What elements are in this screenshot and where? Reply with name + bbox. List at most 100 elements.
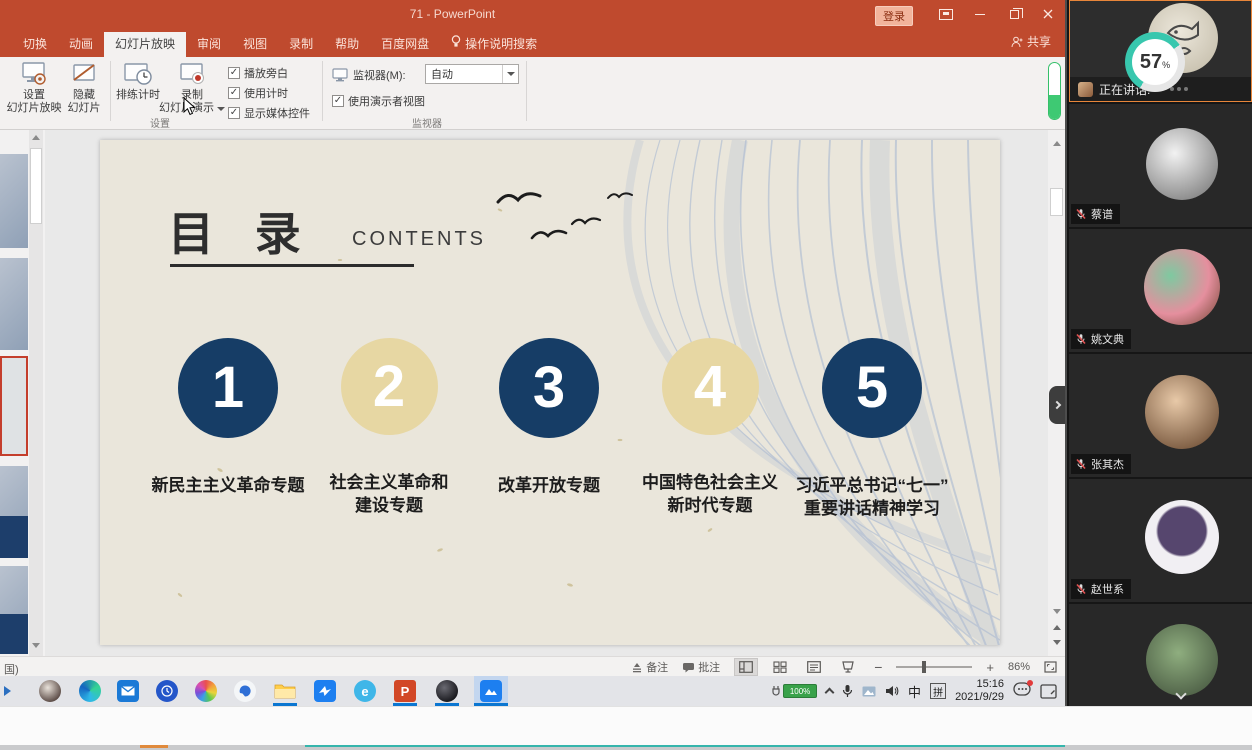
restore-button[interactable] xyxy=(997,0,1031,28)
browser-swoosh-icon[interactable] xyxy=(233,679,257,703)
reading-view-button[interactable] xyxy=(802,658,826,676)
slideshow-view-button[interactable] xyxy=(836,658,860,676)
video-tile[interactable]: 赵世系 xyxy=(1069,479,1252,602)
edge-browser-icon[interactable] xyxy=(78,679,102,703)
notes-button[interactable]: 备注 xyxy=(631,659,668,675)
photos-app-icon[interactable] xyxy=(194,679,218,703)
ribbon-tabs: 切换 动画 幻灯片放映 审阅 视图 录制 帮助 百度网盘 操作说明搜索 xyxy=(0,28,1065,57)
tab-baidu-netdisk[interactable]: 百度网盘 xyxy=(370,32,440,57)
lightbulb-icon xyxy=(451,32,461,57)
slide-thumbnail[interactable] xyxy=(0,154,28,248)
titlebar[interactable]: 71 - PowerPoint 登录 xyxy=(0,0,1065,28)
presenter-view-checkbox[interactable]: ✓使用演示者视图 xyxy=(332,93,425,109)
ime-mode-indicator[interactable]: 中 xyxy=(908,682,921,701)
zoom-out-button[interactable]: − xyxy=(874,659,882,675)
normal-view-button[interactable] xyxy=(734,658,758,676)
picture-tray-icon[interactable] xyxy=(862,686,876,697)
slide-thumbnail[interactable] xyxy=(0,566,28,654)
minimize-button[interactable] xyxy=(963,0,997,28)
rehearse-timings-button[interactable]: 排练计时 xyxy=(114,61,162,117)
ribbon-display-options-button[interactable] xyxy=(929,0,963,28)
close-button[interactable] xyxy=(1031,0,1065,28)
restore-icon xyxy=(1010,10,1019,19)
mic-volume-indicator xyxy=(1048,62,1061,120)
tray-expand-chevron[interactable] xyxy=(826,686,833,696)
taskbar-user-avatar[interactable] xyxy=(38,679,62,703)
tab-review[interactable]: 审阅 xyxy=(186,32,232,57)
monitor-label: 监视器(M): xyxy=(353,67,406,83)
speaker-icon[interactable] xyxy=(885,685,899,697)
clock-app-icon[interactable] xyxy=(155,679,179,703)
share-button[interactable]: 共享 xyxy=(1011,33,1051,50)
action-center-icon[interactable] xyxy=(1040,684,1057,699)
microphone-icon[interactable] xyxy=(842,684,853,698)
thumbnail-scrollbar[interactable] xyxy=(29,130,43,656)
slide-thumbnail[interactable] xyxy=(0,258,28,350)
toc-item-2: 2 社会主义革命和建设专题 xyxy=(303,338,475,517)
slide-thumbnail-selected[interactable] xyxy=(0,356,28,456)
previous-slide-icon xyxy=(1053,625,1061,630)
avatar xyxy=(1146,128,1218,200)
bird-app-icon[interactable] xyxy=(313,679,337,703)
window-title: 71 - PowerPoint xyxy=(0,0,905,28)
ime-pinyin-indicator[interactable]: 拼 xyxy=(930,683,946,699)
monitor-dropdown-button[interactable] xyxy=(502,65,518,83)
meeting-app-icon[interactable] xyxy=(479,679,503,703)
slide-sorter-view-button[interactable] xyxy=(768,658,792,676)
messenger-tray-icon[interactable] xyxy=(1013,682,1031,701)
e-app-icon[interactable]: e xyxy=(353,679,377,703)
scroll-up-button[interactable] xyxy=(1049,136,1064,151)
scroll-down-button[interactable] xyxy=(1049,604,1064,619)
login-button[interactable]: 登录 xyxy=(875,6,913,26)
power-plug-icon xyxy=(771,685,781,697)
slideshow-icon xyxy=(841,661,855,673)
use-timings-checkbox[interactable]: ✓使用计时 xyxy=(228,85,288,101)
zoom-slider[interactable] xyxy=(896,666,972,668)
music-app-avatar-icon[interactable] xyxy=(435,679,459,703)
ribbon-separator xyxy=(526,61,527,121)
ribbon: 设置幻灯片放映 隐藏幻灯片 排练计时 xyxy=(0,57,1065,130)
toc-item-4: 4 中国特色社会主义新时代专题 xyxy=(624,338,796,517)
zoom-percent[interactable]: 86% xyxy=(1008,661,1030,673)
sidebar-expander-tab[interactable] xyxy=(1049,386,1065,424)
scroll-up-icon[interactable] xyxy=(32,135,40,140)
collapse-chevron-down[interactable] xyxy=(1177,690,1185,698)
video-tile[interactable]: 蔡谱 xyxy=(1069,104,1252,227)
powerpoint-icon[interactable]: P xyxy=(393,679,417,703)
tab-transitions[interactable]: 切换 xyxy=(12,32,58,57)
tab-record[interactable]: 录制 xyxy=(278,32,324,57)
comments-button[interactable]: 批注 xyxy=(682,659,720,675)
thumbnail-scrollbar-thumb[interactable] xyxy=(30,148,42,224)
zoom-slider-knob[interactable] xyxy=(922,661,926,673)
slide-thumbnail[interactable] xyxy=(0,466,28,558)
toc-item-5: 5 习近平总书记“七一”重要讲话精神学习 xyxy=(786,338,958,520)
setup-slideshow-button[interactable]: 设置幻灯片放映 xyxy=(8,61,60,117)
video-tile[interactable] xyxy=(1069,604,1252,706)
next-slide-button[interactable] xyxy=(1049,635,1064,650)
group-label-setup: 设置 xyxy=(0,115,320,130)
taskbar-overflow-arrow-icon[interactable] xyxy=(0,679,14,703)
record-slideshow-icon xyxy=(178,61,206,87)
battery-indicator[interactable]: 100% xyxy=(771,684,817,698)
play-narrations-checkbox[interactable]: ✓播放旁白 xyxy=(228,65,288,81)
scrollbar-thumb[interactable] xyxy=(1050,188,1063,216)
tab-tell-me[interactable]: 操作说明搜索 xyxy=(440,32,548,57)
mic-muted-icon xyxy=(1075,458,1087,470)
tab-slideshow[interactable]: 幻灯片放映 xyxy=(104,32,186,57)
gauge-percent-value: 57 xyxy=(1140,52,1162,72)
video-tile[interactable]: 张其杰 xyxy=(1069,354,1252,477)
fit-to-window-icon[interactable] xyxy=(1044,661,1057,673)
hide-slide-button[interactable]: 隐藏幻灯片 xyxy=(62,61,106,117)
clock-datetime[interactable]: 15:16 2021/9/29 xyxy=(955,678,1004,704)
zoom-in-button[interactable]: + xyxy=(986,660,994,675)
scroll-down-icon[interactable] xyxy=(32,643,40,648)
slide-canvas[interactable]: 目 录 CONTENTS 1 新民主主义革命专题 2 社会主义革命和建设专题 3… xyxy=(100,140,1000,645)
video-tile[interactable]: 姚文典 xyxy=(1069,229,1252,352)
monitor-dropdown[interactable]: 自动 xyxy=(425,64,519,84)
file-explorer-icon[interactable] xyxy=(273,679,297,703)
tab-view[interactable]: 视图 xyxy=(232,32,278,57)
tab-animations[interactable]: 动画 xyxy=(58,32,104,57)
tab-help[interactable]: 帮助 xyxy=(324,32,370,57)
mail-app-icon[interactable] xyxy=(116,679,140,703)
previous-slide-button[interactable] xyxy=(1049,620,1064,635)
